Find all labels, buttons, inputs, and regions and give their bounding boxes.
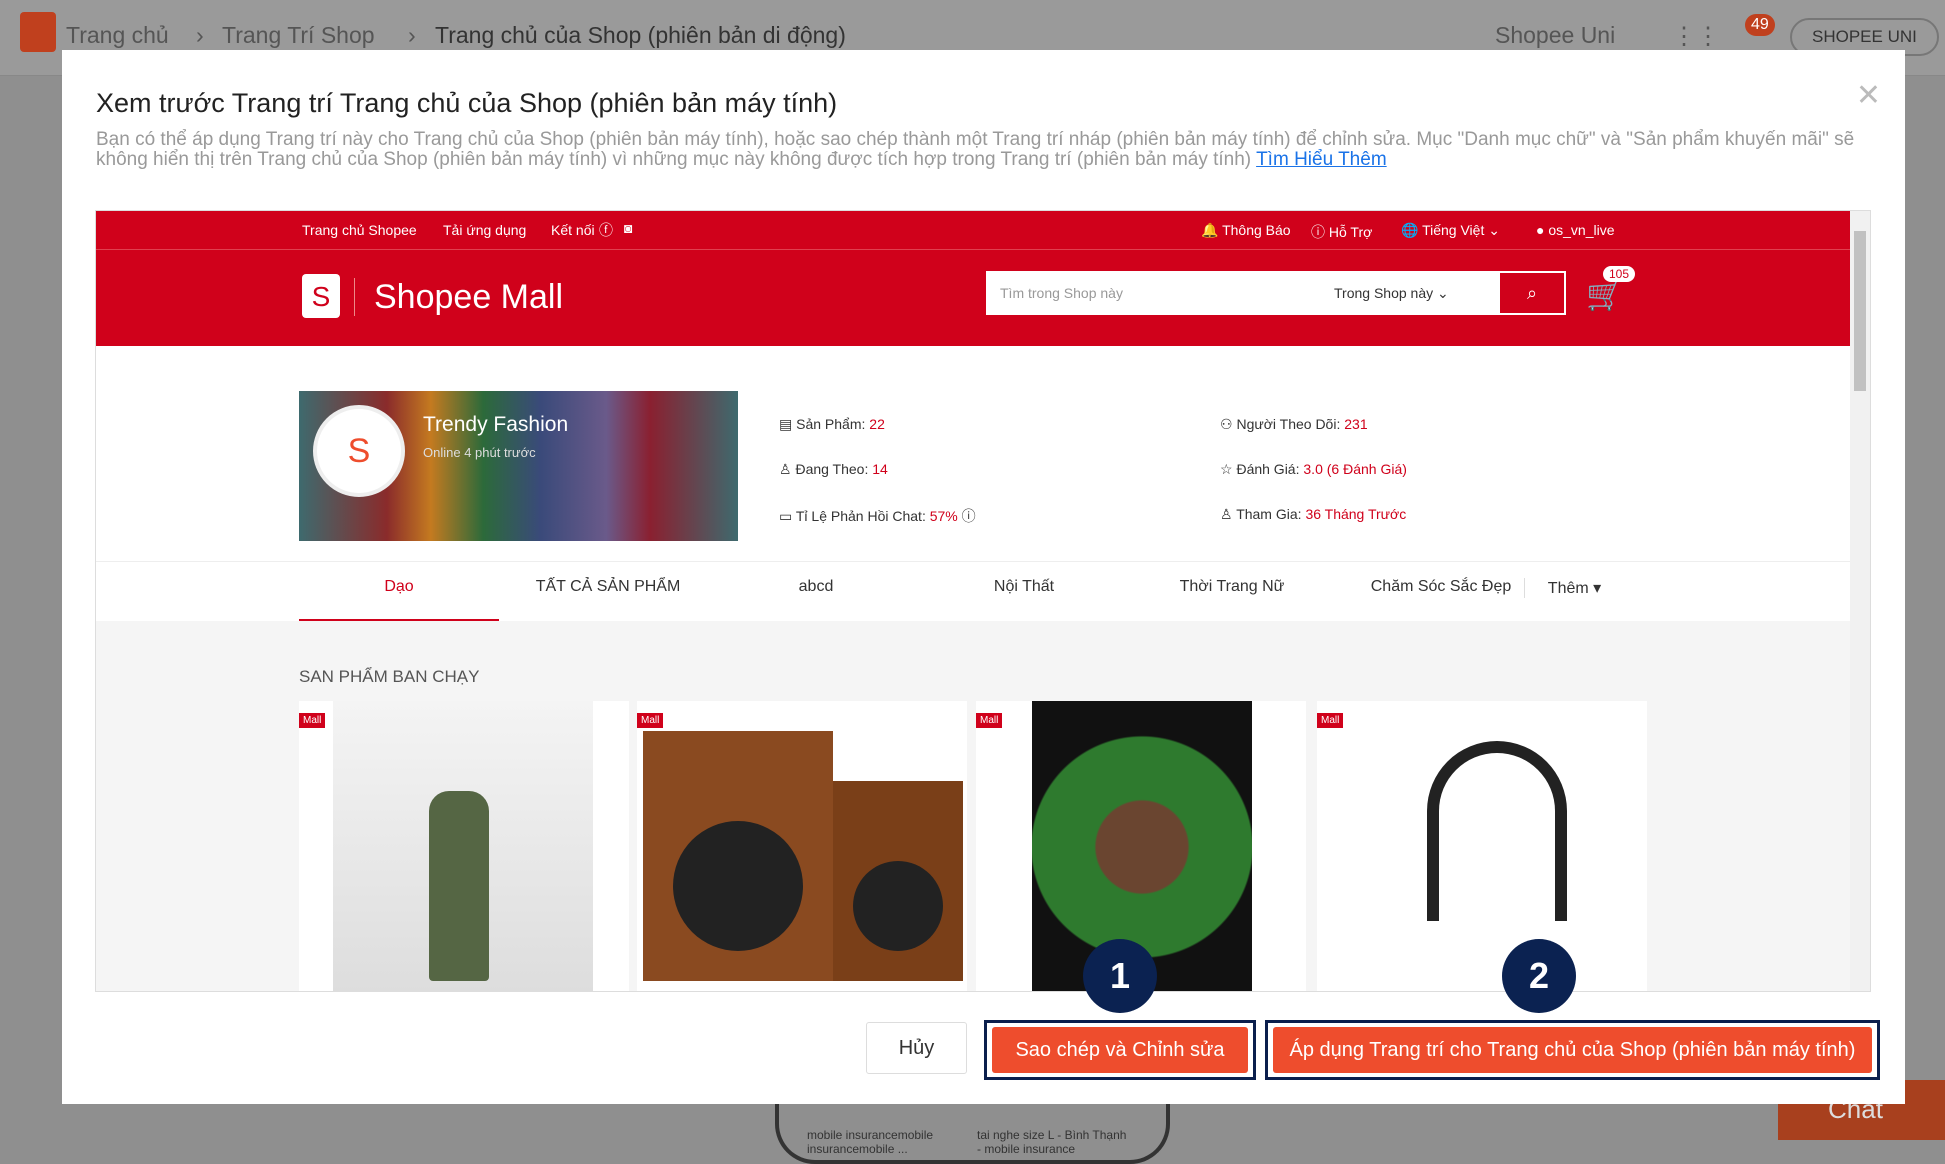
notification-badge[interactable]: 49	[1745, 14, 1775, 36]
breadcrumb-home[interactable]: Trang chủ	[66, 22, 169, 49]
stat-chat-response: ▭ Tỉ Lệ Phản Hồi Chat: 57% ⓘ	[779, 508, 976, 524]
shop-avatar: S	[313, 405, 405, 497]
preview-frame[interactable]: Trang chủ Shopee Tải ứng dụng Kết nối ⓕ …	[95, 210, 1871, 992]
stat-following: ♙ Đang Theo: 14	[779, 461, 888, 477]
close-icon[interactable]: ✕	[1856, 78, 1881, 113]
learn-more-link[interactable]: Tìm Hiểu Thêm	[1256, 149, 1387, 170]
cart-icon[interactable]: 🛒	[1586, 278, 1623, 313]
search-button[interactable]: ⌕	[1500, 273, 1564, 313]
tab-more[interactable]: Thêm ▾	[1524, 578, 1624, 598]
preview-scrollbar[interactable]	[1850, 211, 1870, 991]
facebook-icon[interactable]: ⓕ	[599, 220, 613, 240]
product-card[interactable]: Mall	[299, 701, 629, 991]
tab-dao[interactable]: Dạo	[299, 578, 499, 621]
section-title: SAN PHẨM BAN CHẠY	[299, 667, 480, 686]
modal-description: Bạn có thể áp dụng Trang trí này cho Tra…	[96, 129, 1855, 170]
stat-followers: ⚇ Người Theo Dõi: 231	[1220, 416, 1368, 432]
marker-2: 2	[1502, 939, 1576, 1013]
tab-thoi-trang-nu[interactable]: Thời Trang Nữ	[1132, 578, 1332, 596]
copy-edit-button[interactable]: Sao chép và Chỉnh sửa	[992, 1027, 1248, 1073]
tab-noi-that[interactable]: Nội Thất	[924, 578, 1124, 596]
tab-all-products[interactable]: TẤT CẢ SẢN PHẨM	[508, 578, 708, 596]
link-download-app[interactable]: Tải ứng dụng	[443, 222, 526, 238]
apply-button[interactable]: Áp dụng Trang trí cho Trang chủ của Shop…	[1273, 1027, 1872, 1073]
shopee-mall-logo[interactable]: Shopee Mall	[374, 278, 563, 317]
cancel-button[interactable]: Hủy	[866, 1022, 967, 1074]
preview-header: S Shopee Mall Tìm trong Shop này Trong S…	[96, 249, 1852, 346]
shopee-uni-link[interactable]: Shopee Uni	[1495, 22, 1615, 49]
stat-joined: ♙ Tham Gia: 36 Tháng Trước	[1220, 506, 1407, 522]
shop-card: S Trendy Fashion Online 4 phút trước	[299, 391, 738, 541]
product-image	[643, 731, 833, 981]
instagram-icon[interactable]: ◙	[624, 220, 632, 236]
shopee-bag-icon: S	[302, 274, 340, 318]
product-image	[1427, 741, 1567, 921]
preview-modal: Xem trước Trang trí Trang chủ của Shop (…	[62, 50, 1905, 1104]
help-link[interactable]: ⓘ Hỗ Trợ	[1311, 222, 1372, 242]
tab-abcd[interactable]: abcd	[716, 578, 916, 596]
language-select[interactable]: 🌐 Tiếng Việt ⌄	[1401, 222, 1500, 239]
product-card[interactable]: Mall	[1317, 701, 1647, 991]
shop-search: Tìm trong Shop này Trong Shop này ⌄ ⌕	[986, 271, 1566, 315]
user-menu[interactable]: ● os_vn_live	[1536, 222, 1615, 238]
marker-1: 1	[1083, 939, 1157, 1013]
search-input[interactable]: Tìm trong Shop này	[1000, 285, 1123, 301]
background-phone-preview: mobile insurancemobile insurancemobile .…	[775, 1104, 1170, 1164]
stat-rating: ☆ Đánh Giá: 3.0 (6 Đánh Giá)	[1220, 461, 1407, 477]
cart-count-badge: 105	[1603, 266, 1636, 282]
link-connect[interactable]: Kết nối	[551, 222, 595, 238]
search-scope-select[interactable]: Trong Shop này ⌄	[1334, 285, 1449, 302]
shopee-logo-icon	[20, 12, 56, 52]
preview-topbar: Trang chủ Shopee Tải ứng dụng Kết nối ⓕ …	[96, 211, 1852, 249]
modal-title: Xem trước Trang trí Trang chủ của Shop (…	[96, 88, 838, 118]
shop-name: Trendy Fashion	[423, 413, 569, 436]
product-card[interactable]: Mall	[637, 701, 967, 991]
apps-grid-icon[interactable]: ⋮⋮	[1672, 22, 1720, 51]
product-image	[429, 791, 489, 981]
breadcrumb-decoration[interactable]: Trang Trí Shop	[222, 22, 375, 49]
tab-cham-soc-sac-dep[interactable]: Chăm Sóc Sắc Đẹp	[1341, 578, 1541, 596]
notifications-link[interactable]: 🔔 Thông Báo	[1201, 222, 1291, 239]
stat-products: ▤ Sản Phẩm: 22	[779, 416, 885, 432]
shop-status: Online 4 phút trước	[423, 445, 536, 460]
breadcrumb-current: Trang chủ của Shop (phiên bản di động)	[435, 22, 846, 48]
link-shopee-home[interactable]: Trang chủ Shopee	[302, 222, 417, 238]
